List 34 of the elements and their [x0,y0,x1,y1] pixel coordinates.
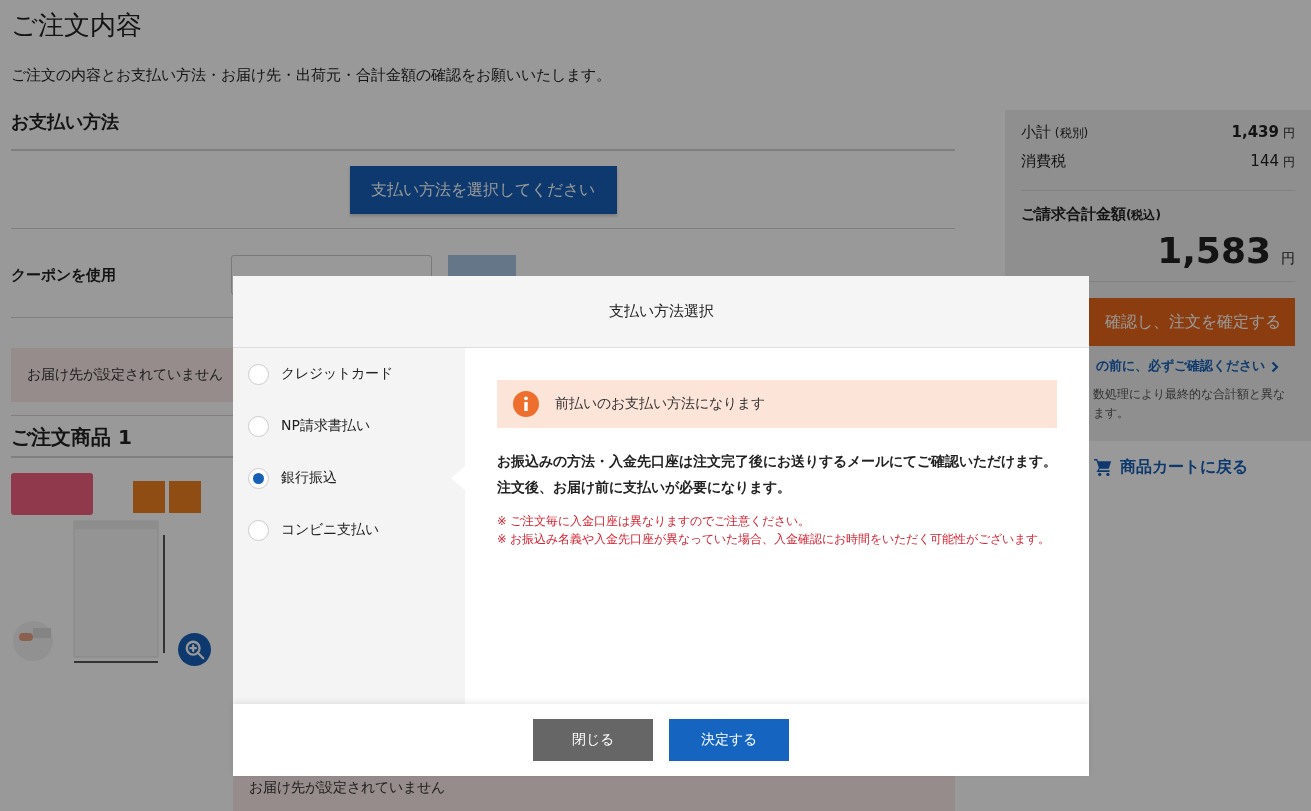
summary-amount: 144 円 [1250,151,1295,171]
summary-note: ます。 [1092,405,1130,422]
option-label[interactable]: クレジットカード [281,365,393,383]
summary-amount: 1,439 円 [1231,122,1295,142]
radio-button[interactable] [248,415,269,437]
notice-link[interactable]: の前に、必ずご確認ください [1096,358,1265,375]
select-payment-button[interactable]: 支払い方法を選択してください [349,166,617,214]
confirm-button[interactable]: 決定する [669,719,789,761]
coupon-label: クーポンを使用 [11,265,117,286]
option-label[interactable]: NP請求書払い [281,417,370,435]
total-amount: 1,583 円 [1157,230,1295,271]
caution-note: ※ お振込み名義や入金先口座が異なっていた場合、入金確認にお時間をいただく可能性がございます。 [497,531,1052,548]
summary-note: 数処理により最終的な合計額と異な [1092,386,1286,403]
body-text: 注文後、お届け前に支払いが必要になります。 [497,478,792,497]
section-heading: お支払い方法 [11,109,955,151]
radio-button[interactable] [248,467,269,489]
info-icon [513,391,539,417]
modal-title: 支払い方法選択 [608,302,714,321]
total-label: ご請求合計金額(税込) [1021,205,1162,224]
zoom-button[interactable] [178,633,211,666]
cart-link[interactable]: 商品カートに戻る [1120,457,1248,478]
option-label[interactable]: 銀行振込 [281,469,337,487]
summary-label: 消費税 [1021,152,1066,171]
chevron-right-icon [1271,360,1279,373]
option-label[interactable]: コンビニ支払い [281,521,379,539]
radio-button[interactable] [248,519,269,541]
close-button[interactable]: 閉じる [533,719,653,761]
caution-note: ※ ご注文毎に入金口座は異なりますのでご注意ください。 [497,513,812,530]
zoom-in-icon [183,638,206,661]
summary-label: 小計 (税別) [1021,123,1089,142]
page-title: ご注文内容 [11,9,143,41]
radio-button[interactable] [248,363,269,385]
cart-icon [1094,458,1112,477]
page-description: ご注文の内容とお支払い方法・お届け先・出荷元・合計金額の確認をお願いいたします。 [11,66,612,85]
